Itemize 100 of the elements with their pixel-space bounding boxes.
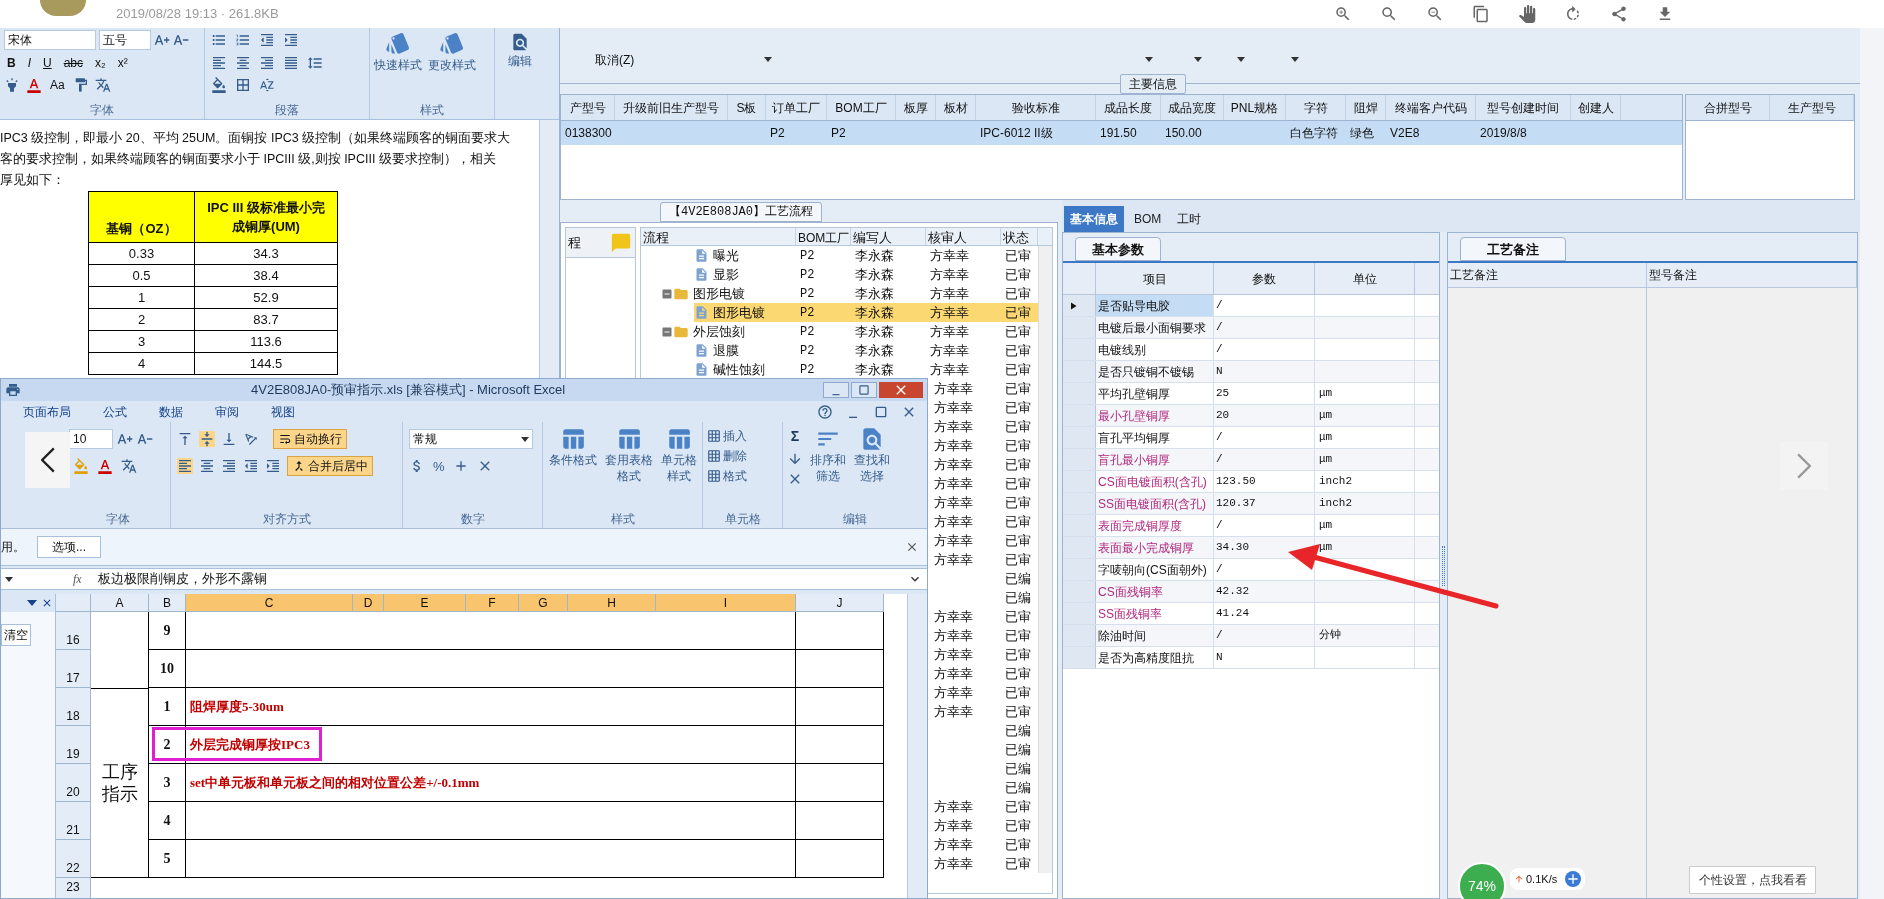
- table-cell-text: 150.00: [1165, 125, 1202, 142]
- table-cell-text: 李永森: [855, 284, 894, 303]
- format-button[interactable]: I: [24, 54, 34, 72]
- options-button[interactable]: 选项...: [37, 536, 101, 559]
- cell-button[interactable]: 格式: [707, 466, 778, 487]
- column-header: 型号创建时间: [1487, 99, 1559, 117]
- edit-button[interactable]: 排序和筛选: [809, 426, 847, 488]
- column-header[interactable]: F: [466, 594, 519, 611]
- style-button[interactable]: 快速样式: [374, 30, 422, 74]
- cell-button[interactable]: 插入: [707, 426, 778, 447]
- group-label: 单元格: [723, 510, 762, 528]
- group-label: 字体: [104, 510, 131, 528]
- column-header[interactable]: G: [519, 594, 568, 611]
- table-cell: 方幸幸: [934, 551, 973, 567]
- table-cell-text: 已审: [1005, 303, 1031, 322]
- style-button[interactable]: 更改样式: [428, 30, 476, 74]
- column-header[interactable]: D: [353, 594, 384, 611]
- table-cell: 方幸幸: [934, 665, 973, 681]
- panel-tab[interactable]: 【4V2E808JA0】工艺流程: [660, 202, 822, 222]
- percent-button[interactable]: %: [433, 456, 445, 477]
- table-cell-text: 李永森: [855, 246, 894, 265]
- format-button[interactable]: B: [4, 54, 19, 72]
- edit-button[interactable]: 查找和选择: [853, 426, 891, 488]
- panel-tab[interactable]: 工艺备注: [1460, 237, 1566, 261]
- column-header: 状态: [1003, 230, 1029, 245]
- group-label: 样式: [419, 102, 445, 119]
- table-cell-text: 李永森: [855, 322, 894, 341]
- table-cell-text: 2019/8/8: [1480, 125, 1527, 142]
- column-header[interactable]: E: [384, 594, 466, 611]
- ribbon-tab[interactable]: 数据: [159, 402, 183, 421]
- table-cell-text: 3: [137, 332, 146, 351]
- table-cell: 已审: [1005, 627, 1031, 643]
- font-name-field[interactable]: 宋体: [4, 30, 96, 50]
- style-button[interactable]: 单元格样式: [659, 426, 698, 485]
- format-button[interactable]: x²: [114, 54, 131, 72]
- number-format-field[interactable]: 常规: [409, 429, 533, 450]
- menu-item[interactable]: 取消(Z): [595, 50, 635, 69]
- clear-button[interactable]: 清空: [1, 624, 31, 646]
- table-cell: 已审: [1005, 456, 1031, 472]
- parameter-name: 是否为高精度阻抗: [1098, 649, 1194, 667]
- column-header[interactable]: I: [656, 594, 796, 611]
- format-button[interactable]: x₂: [92, 54, 109, 72]
- ribbon-tab[interactable]: 视图: [271, 402, 295, 421]
- tree-item[interactable]: 显影: [694, 265, 745, 284]
- table-cell: 已审: [1005, 798, 1031, 814]
- tree-item[interactable]: 外层蚀刻: [673, 322, 751, 341]
- tree-item[interactable]: 图形电镀: [673, 284, 751, 303]
- parameter-name: CS面电镀面积(含孔): [1098, 473, 1207, 491]
- font-size-field[interactable]: 五号: [99, 30, 151, 50]
- column-header: 生产型号: [1787, 99, 1836, 117]
- tree-item[interactable]: 退膜: [694, 341, 745, 360]
- table-cell-text: μm: [1319, 430, 1333, 446]
- format-button[interactable]: abc: [60, 54, 87, 72]
- table-cell: 方幸幸: [934, 456, 973, 472]
- format-button[interactable]: U: [40, 54, 55, 72]
- table-cell-text: 42.32: [1216, 584, 1249, 600]
- table-cell-text: μm: [1319, 518, 1333, 534]
- table-cell: 方幸幸: [934, 380, 973, 396]
- column-header[interactable]: C: [186, 594, 353, 611]
- table-cell-text: 52.9: [253, 288, 279, 307]
- column-header[interactable]: H: [568, 594, 656, 611]
- table-cell: 方幸幸: [934, 418, 973, 434]
- table-cell-text: 0138300: [565, 125, 612, 142]
- cell-button[interactable]: 删除: [707, 446, 778, 467]
- ribbon-tab[interactable]: 审阅: [215, 402, 239, 421]
- table-cell: 已编: [1005, 760, 1031, 776]
- table-row[interactable]: 0138300 P2 P2 IPC-6012 II级 191.50 150.00 白色字符 绿色 V2E8 2019/8/8: [561, 121, 1682, 145]
- group-label: 数字: [459, 510, 486, 528]
- formula-field[interactable]: 板边极限削铜皮，外形不露铜: [97, 569, 907, 589]
- edit-button[interactable]: 编辑: [495, 28, 545, 119]
- tree-item[interactable]: 碱性蚀刻: [694, 360, 771, 379]
- tab[interactable]: 基本信息: [1064, 206, 1124, 232]
- column-header: S板: [736, 99, 757, 117]
- sum-button[interactable]: Σ: [787, 426, 803, 448]
- style-button[interactable]: 套用表格格式: [603, 426, 654, 485]
- table-cell-text: 38.4: [253, 266, 279, 285]
- change-case-button[interactable]: Aa: [48, 76, 67, 94]
- tree-item[interactable]: 曝光: [694, 246, 745, 265]
- font-size-field[interactable]: 10: [69, 429, 113, 450]
- column-header: 字符: [1303, 99, 1328, 117]
- table-cell-text: 已审: [1005, 341, 1031, 360]
- table-cell-text: P2: [800, 304, 815, 322]
- table-cell: 已审: [1005, 836, 1031, 852]
- panel-tab[interactable]: 基本参数: [1075, 237, 1161, 261]
- table-cell-text: 4: [137, 354, 146, 373]
- merge-center-button[interactable]: 合并后居中: [287, 456, 373, 477]
- table-cell: 已编: [1005, 589, 1031, 605]
- table-cell: 已审: [1005, 513, 1031, 529]
- style-button[interactable]: 条件格式: [547, 426, 598, 485]
- table-cell-text: 144.5: [249, 354, 283, 373]
- ribbon-tab[interactable]: 页面布局: [23, 402, 71, 421]
- row-header: 19: [66, 746, 80, 763]
- table-cell: 方幸幸: [934, 475, 973, 491]
- wrap-text-button[interactable]: 自动换行: [273, 429, 347, 450]
- tree-item[interactable]: 图形电镀: [694, 303, 796, 322]
- ribbon-tab[interactable]: 公式: [103, 402, 127, 421]
- tab[interactable]: 工时: [1171, 206, 1208, 232]
- table-header: IPC III 级标准最小完成铜厚(UM): [206, 198, 326, 236]
- table-cell-text: 已审: [1005, 246, 1031, 265]
- tab[interactable]: BOM: [1128, 206, 1168, 232]
